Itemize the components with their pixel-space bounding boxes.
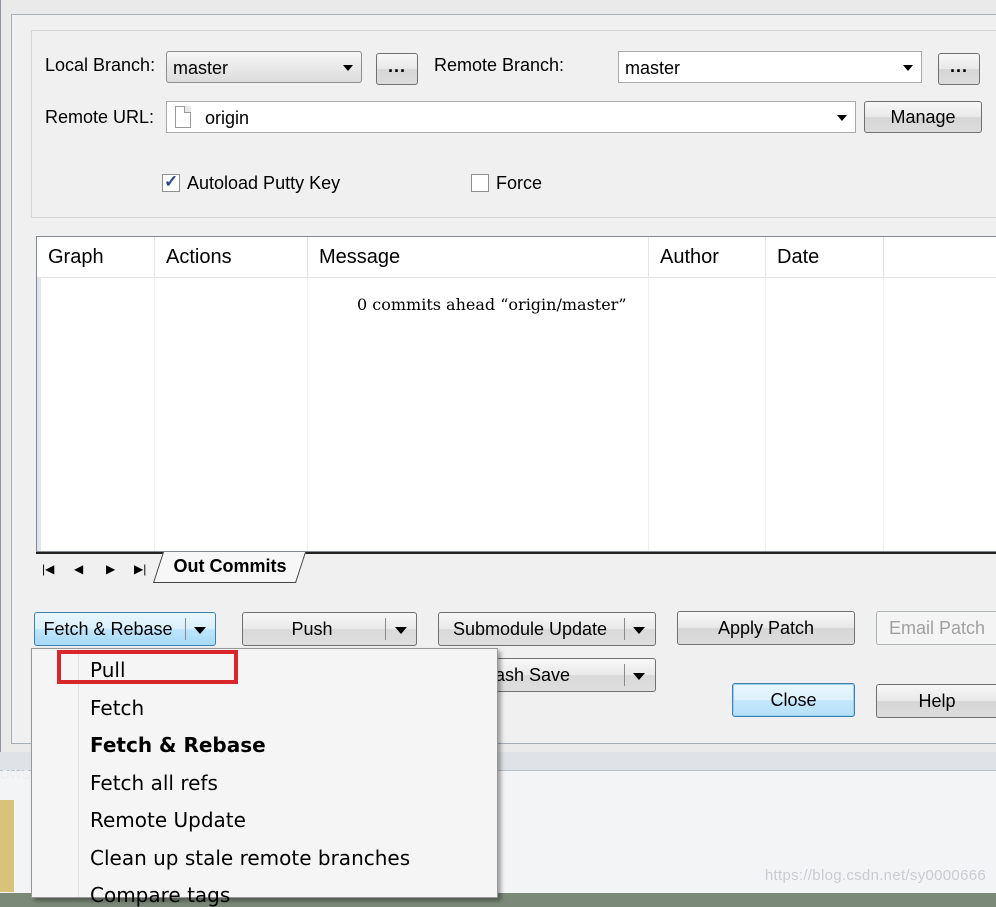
local-branch-browse-button[interactable]: ...	[376, 53, 418, 85]
column-divider	[883, 277, 884, 551]
menu-item-fetch-rebase[interactable]: Fetch & Rebase	[90, 733, 266, 757]
menu-item-fetch[interactable]: Fetch	[90, 696, 144, 720]
last-tab-icon[interactable]: ▶|	[134, 562, 146, 576]
email-patch-button[interactable]: Email Patch	[876, 611, 996, 645]
column-divider	[648, 277, 649, 551]
remote-branch-label: Remote Branch:	[434, 55, 565, 75]
submodule-update-label: Submodule Update	[452, 619, 608, 639]
force-label: Force	[496, 173, 543, 193]
fetch-dropdown-menu: Pull Fetch Fetch & Rebase Fetch all refs…	[31, 648, 498, 907]
column-header-actions[interactable]: Actions	[155, 237, 308, 277]
watermark-text: https://blog.csdn.net/sy0000666	[764, 867, 986, 884]
tab-out-commits[interactable]: Out Commits	[152, 552, 307, 583]
split-separator	[624, 618, 625, 640]
remote-url-label: Remote URL:	[45, 107, 155, 127]
force-checkbox[interactable]	[471, 174, 489, 192]
split-separator	[185, 618, 186, 640]
remote-branch-value: master	[625, 58, 681, 78]
grid-left-bar	[37, 277, 41, 551]
next-tab-icon[interactable]: ▶	[106, 562, 115, 576]
menu-item-remote-update[interactable]: Remote Update	[90, 808, 246, 832]
menu-item-compare-tags[interactable]: Compare tags	[90, 883, 230, 907]
chevron-down-icon[interactable]	[633, 673, 645, 680]
split-separator	[385, 618, 386, 640]
column-divider	[154, 277, 155, 551]
remote-branch-combo[interactable]: master	[618, 51, 922, 83]
chevron-down-icon[interactable]	[395, 627, 407, 634]
local-branch-value: master	[173, 58, 229, 78]
column-divider	[307, 277, 308, 551]
column-header-author[interactable]: Author	[649, 237, 766, 277]
chevron-down-icon[interactable]	[633, 627, 645, 634]
fetch-rebase-label: Fetch & Rebase	[43, 619, 173, 639]
background-caption: ows	[0, 764, 31, 783]
remote-url-combo[interactable]: origin	[166, 101, 856, 133]
column-divider	[765, 277, 766, 551]
local-branch-combo[interactable]: master	[166, 51, 362, 83]
push-split-button[interactable]: Push	[242, 612, 417, 646]
tab-out-commits-label: Out Commits	[173, 556, 287, 576]
column-header-graph[interactable]: Graph	[37, 237, 155, 277]
menu-item-fetch-all-refs[interactable]: Fetch all refs	[90, 771, 218, 795]
column-header-date[interactable]: Date	[766, 237, 884, 277]
apply-patch-button[interactable]: Apply Patch	[677, 611, 855, 645]
tab-strip: |◀ ◀ ▶ ▶| Out Commits	[36, 552, 996, 588]
help-button[interactable]: Help	[876, 684, 996, 718]
push-label: Push	[291, 619, 333, 639]
autoload-putty-key-label: Autoload Putty Key	[187, 173, 341, 193]
chevron-down-icon	[903, 65, 913, 71]
chevron-down-icon	[343, 65, 353, 71]
chevron-down-icon	[837, 115, 847, 121]
split-separator	[624, 664, 625, 686]
first-tab-icon[interactable]: |◀	[42, 562, 54, 576]
highlight-box	[57, 650, 238, 684]
chevron-down-icon[interactable]	[194, 627, 206, 634]
remote-url-value: origin	[205, 108, 250, 128]
close-button[interactable]: Close	[732, 683, 855, 717]
submodule-update-split-button[interactable]: Submodule Update	[438, 612, 656, 646]
file-icon	[175, 106, 191, 128]
manage-button[interactable]: Manage	[864, 101, 982, 133]
remote-branch-browse-button[interactable]: ...	[938, 53, 980, 85]
fetch-rebase-split-button[interactable]: Fetch & Rebase	[34, 612, 216, 646]
sync-dialog: Local Branch: master ... Remote Branch: …	[0, 0, 996, 752]
column-header-message[interactable]: Message	[308, 237, 649, 277]
local-branch-label: Local Branch:	[45, 55, 156, 75]
background-thumbnail	[0, 800, 14, 892]
menu-item-clean-up-stale-remote-branches[interactable]: Clean up stale remote branches	[90, 846, 410, 870]
previous-tab-icon[interactable]: ◀	[74, 562, 83, 576]
autoload-putty-key-checkbox[interactable]	[162, 172, 180, 192]
commits-ahead-message: 0 commits ahead “origin/master”	[357, 295, 627, 314]
branch-settings-panel: Local Branch: master ... Remote Branch: …	[31, 30, 996, 218]
grid-header: Graph Actions Message Author Date	[37, 237, 996, 278]
menu-gutter	[78, 649, 79, 897]
commits-grid[interactable]: Graph Actions Message Author Date 0 comm…	[36, 236, 996, 552]
